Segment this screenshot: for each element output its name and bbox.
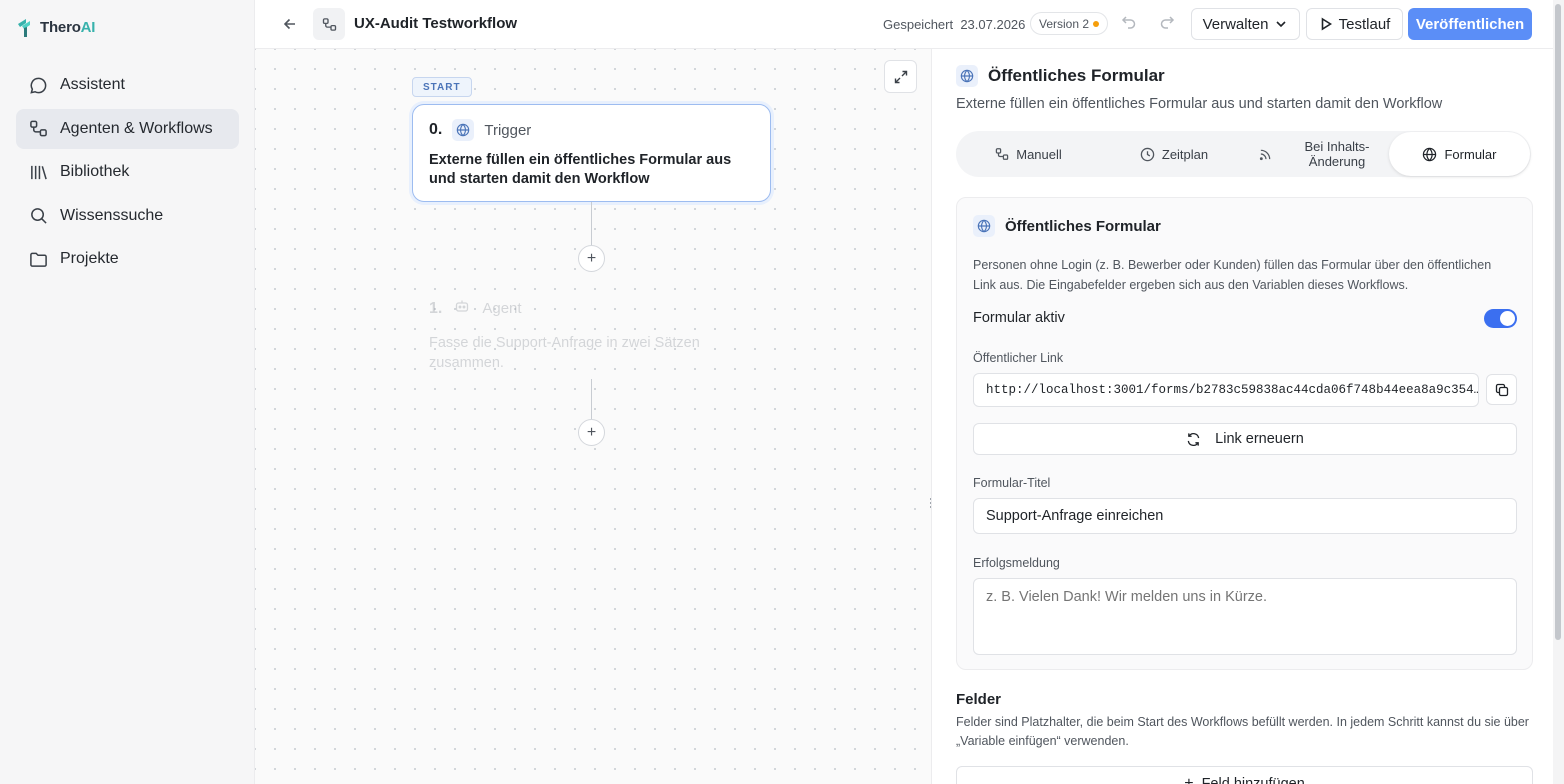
unsaved-dot: [1093, 20, 1100, 27]
publish-button[interactable]: Veröffentlichen: [1408, 8, 1532, 40]
test-run-label: Testlauf: [1338, 15, 1391, 33]
play-icon: [1321, 17, 1332, 31]
sidebar-nav: Assistent Agenten & Workflows Bibliothek…: [16, 65, 239, 283]
undo-button[interactable]: [1121, 14, 1137, 35]
manage-dropdown-button[interactable]: Verwalten: [1191, 8, 1300, 40]
workflow-icon: [996, 148, 1009, 160]
trigger-settings-panel: Öffentliches Formular Externe füllen ein…: [931, 49, 1553, 784]
tab-label: Zeitplan: [1161, 146, 1209, 162]
logo-text: TheroAI: [40, 18, 96, 36]
tab-manuell[interactable]: Manuell: [956, 132, 1101, 176]
top-bar: UX-Audit Testworkflow Gespeichert 23.07.…: [255, 0, 1564, 49]
globe-icon: [452, 119, 475, 141]
chat-bubble-icon: [28, 75, 48, 95]
fields-section-description: Felder sind Platzhalter, die beim Start …: [956, 715, 1529, 748]
trigger-node[interactable]: 0. Trigger Externe füllen ein öffentlich…: [412, 104, 771, 202]
tab-label: Manuell: [1016, 146, 1062, 162]
connector-line: [591, 379, 592, 419]
card-title: Öffentliches Formular: [1005, 217, 1161, 235]
sidebar-item-assistent[interactable]: Assistent: [16, 65, 239, 105]
saved-status: Gespeichert 23.07.2026: [883, 17, 1026, 32]
success-message-label: Erfolgsmeldung: [973, 556, 1060, 570]
clock-icon: [1140, 147, 1155, 161]
globe-icon: [1423, 147, 1437, 161]
panel-title: Öffentliches Formular: [988, 66, 1165, 85]
tab-inhalts-aenderung[interactable]: Bei Inhalts-Änderung: [1247, 132, 1389, 176]
sidebar-item-agenten-workflows[interactable]: Agenten & Workflows: [16, 108, 239, 149]
public-link-label: Öffentlicher Link: [973, 351, 1064, 365]
plus-icon: +: [1184, 775, 1194, 784]
globe-icon: [956, 65, 978, 87]
panel-scrollbar-thumb[interactable]: [1555, 4, 1561, 640]
tab-label: Formular: [1444, 146, 1497, 162]
robot-icon: [454, 298, 470, 319]
manage-label: Verwalten: [1202, 15, 1269, 33]
form-active-label: Formular aktiv: [973, 310, 1065, 326]
add-step-button[interactable]: +: [578, 245, 605, 272]
back-button[interactable]: [278, 12, 302, 36]
success-message-textarea[interactable]: [973, 578, 1517, 655]
copy-link-button[interactable]: [1486, 374, 1517, 405]
public-form-card: Öffentliches Formular Personen ohne Logi…: [956, 197, 1533, 670]
sidebar-item-bibliothek[interactable]: Bibliothek: [16, 152, 239, 192]
tab-zeitplan[interactable]: Zeitplan: [1101, 132, 1247, 176]
add-field-button[interactable]: + Feld hinzufügen: [956, 766, 1533, 784]
redo-button[interactable]: [1159, 14, 1175, 35]
tab-formular[interactable]: Formular: [1389, 132, 1530, 176]
library-icon: [28, 162, 48, 182]
card-description: Personen ohne Login (z. B. Bewerber oder…: [973, 258, 1492, 292]
expand-canvas-button[interactable]: [884, 60, 917, 93]
version-badge[interactable]: Version 2: [1030, 12, 1109, 35]
expand-icon: [894, 70, 907, 83]
copy-icon: [1495, 383, 1508, 396]
tab-label: Bei Inhalts-Änderung: [1304, 139, 1370, 169]
workflow-title[interactable]: UX-Audit Testworkflow: [354, 15, 517, 32]
test-run-button[interactable]: Testlauf: [1306, 8, 1403, 40]
trigger-type-tabs: Manuell Zeitplan Bei Inhalts-Änderung Fo…: [956, 131, 1531, 177]
form-title-input[interactable]: Support-Anfrage einreichen: [973, 498, 1517, 534]
form-active-toggle[interactable]: [1484, 309, 1517, 328]
sidebar-item-projekte[interactable]: Projekte: [16, 239, 239, 279]
node-number: 1.: [429, 299, 443, 317]
search-icon: [28, 206, 48, 226]
node-number: 0.: [429, 121, 443, 138]
panel-subtitle: Externe füllen ein öffentliches Formular…: [956, 96, 1443, 112]
add-field-label: Feld hinzufügen: [1201, 776, 1305, 784]
renew-link-button[interactable]: Link erneuern: [973, 423, 1517, 455]
node-description: Fasse die Support-Anfrage in zwei Sätzen…: [429, 335, 700, 371]
node-type: Agent: [482, 300, 522, 317]
sidebar-item-label: Agenten & Workflows: [60, 119, 213, 137]
sidebar: TheroAI Assistent Agenten & Workflows Bi…: [0, 0, 255, 784]
toggle-knob: [1500, 311, 1515, 326]
sidebar-item-wissenssuche[interactable]: Wissenssuche: [16, 196, 239, 236]
folder-icon: [28, 249, 48, 269]
renew-link-label: Link erneuern: [1215, 431, 1304, 447]
node-type: Trigger: [484, 121, 532, 139]
fields-section-title: Felder: [956, 691, 1002, 708]
add-step-button[interactable]: +: [578, 419, 605, 446]
app-logo[interactable]: TheroAI: [16, 16, 95, 38]
sidebar-item-label: Wissenssuche: [60, 206, 164, 224]
start-badge: START: [412, 77, 472, 97]
form-title-label: Formular-Titel: [973, 476, 1051, 490]
workflow-icon: [322, 17, 336, 31]
undo-icon: [1121, 16, 1136, 29]
node-description: Externe füllen ein öffentliches Formular…: [429, 152, 732, 187]
sidebar-item-label: Projekte: [60, 250, 119, 267]
connector-line: [591, 202, 592, 245]
arrow-left-icon: [283, 18, 295, 30]
rss-icon: [1259, 149, 1271, 160]
sidebar-item-label: Assistent: [60, 76, 125, 93]
workflow-icon: [28, 119, 48, 139]
redo-icon: [1160, 16, 1175, 29]
agent-node[interactable]: 1. Agent Fasse die Support-Anfrage in zw…: [429, 298, 769, 373]
globe-icon: [973, 215, 995, 237]
logo-icon: [18, 19, 30, 37]
public-link-field[interactable]: http://localhost:3001/forms/b2783c59838a…: [973, 373, 1479, 407]
sidebar-item-label: Bibliothek: [60, 163, 130, 180]
refresh-icon: [1187, 432, 1200, 446]
chevron-down-icon: [1276, 21, 1287, 28]
workflow-canvas[interactable]: START 0. Trigger Externe füllen ein öffe…: [255, 49, 931, 784]
workflow-type-icon: [313, 8, 345, 40]
